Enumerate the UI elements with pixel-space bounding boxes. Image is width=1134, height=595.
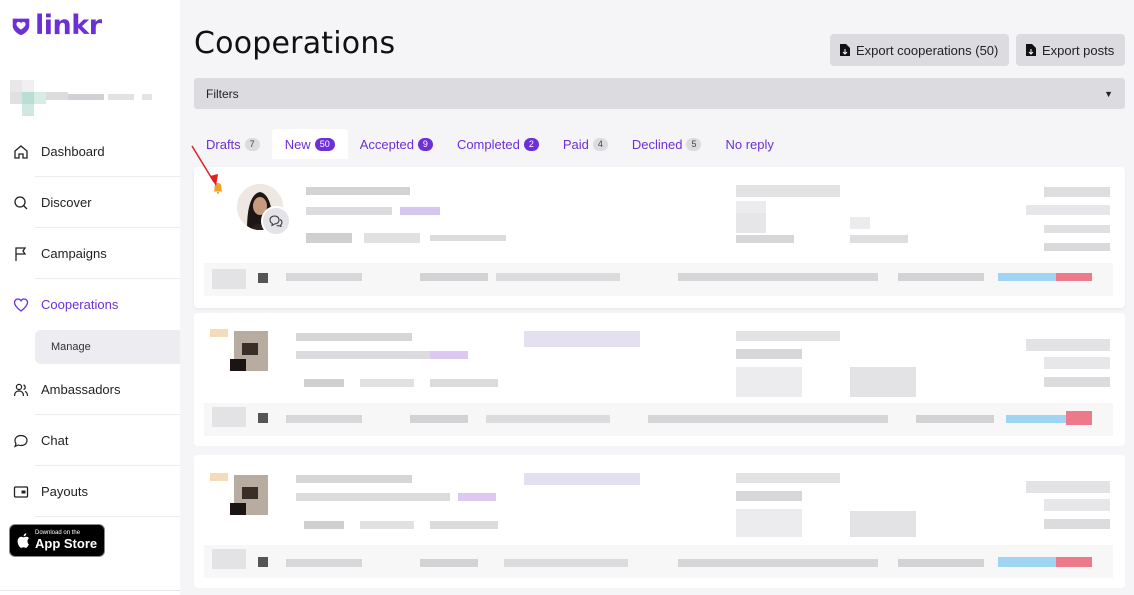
- home-icon: [12, 143, 30, 161]
- account-avatar[interactable]: [10, 80, 160, 116]
- search-icon: [12, 194, 30, 212]
- tab-label: Paid: [562, 136, 589, 152]
- sidebar-item-label: Ambassadors: [41, 382, 121, 397]
- tab-label: Accepted: [359, 136, 414, 152]
- tab-declined[interactable]: Declined 5: [620, 129, 714, 159]
- chat-icon: [12, 432, 30, 450]
- sidebar-item-label: Payouts: [41, 484, 88, 499]
- caret-down-icon: ▼: [1104, 88, 1113, 99]
- red-arrow-annotation: [191, 145, 218, 186]
- chat-bubbles-icon[interactable]: [261, 206, 291, 236]
- logo-text: linkr: [35, 10, 102, 41]
- sidebar-item-payouts[interactable]: Payouts: [0, 466, 180, 517]
- sidebar-subitem-manage[interactable]: Manage: [35, 330, 180, 364]
- tab-completed[interactable]: Completed 2: [445, 129, 551, 159]
- count-badge: 50: [314, 137, 335, 151]
- tab-label: Completed: [456, 136, 520, 152]
- flag-icon: [12, 245, 30, 263]
- status-tabs: Drafts 7 New 50 Accepted 9 Completed 2 P…: [194, 129, 786, 159]
- tab-label: No reply: [725, 136, 774, 152]
- sidebar-item-ambassadors[interactable]: Ambassadors: [0, 364, 180, 415]
- tab-no-reply[interactable]: No reply: [713, 129, 785, 159]
- file-icon: [840, 44, 850, 56]
- tab-label: Declined: [631, 136, 683, 152]
- users-icon: [12, 381, 30, 399]
- filters-dropdown[interactable]: Filters ▼: [194, 78, 1125, 109]
- sidebar-item-label: Campaigns: [41, 246, 107, 261]
- file-icon: [1026, 44, 1036, 56]
- tab-new[interactable]: New 50: [271, 129, 348, 159]
- count-badge: 9: [417, 137, 433, 151]
- export-cooperations-label: Export cooperations (50): [856, 42, 999, 58]
- heart-icon: [12, 296, 30, 314]
- apple-icon: [17, 533, 29, 548]
- sidebar-item-discover[interactable]: Discover: [0, 177, 180, 228]
- influencer-avatar[interactable]: [237, 184, 291, 236]
- heart-logo-icon: [12, 18, 30, 36]
- sidebar-item-label: Cooperations: [41, 297, 119, 312]
- sidebar-nav: Dashboard Discover Campaigns Cooperation…: [0, 126, 180, 517]
- linkr-logo[interactable]: linkr: [10, 12, 102, 40]
- divider: [0, 590, 180, 591]
- tab-label: New: [284, 136, 311, 152]
- sidebar-item-dashboard[interactable]: Dashboard: [0, 126, 180, 177]
- sidebar: linkr Dashboard Discover Campaigns Coope…: [0, 0, 180, 595]
- app-store-big-text: App Store: [35, 536, 98, 551]
- sidebar-item-chat[interactable]: Chat: [0, 415, 180, 466]
- tab-accepted[interactable]: Accepted 9: [348, 129, 445, 159]
- sidebar-item-label: Discover: [41, 195, 92, 210]
- app-store-badge[interactable]: Download on the App Store: [9, 524, 105, 557]
- filters-label: Filters: [206, 86, 239, 101]
- count-badge: 5: [686, 137, 702, 151]
- redacted-content: [210, 185, 1110, 569]
- count-badge: 7: [244, 137, 260, 151]
- sidebar-item-label: Chat: [41, 433, 69, 448]
- sidebar-item-cooperations[interactable]: Cooperations: [0, 279, 180, 330]
- sidebar-item-label: Dashboard: [41, 144, 105, 159]
- export-posts-button[interactable]: Export posts: [1016, 34, 1125, 66]
- export-posts-label: Export posts: [1042, 42, 1115, 58]
- page-title: Cooperations: [194, 26, 396, 61]
- sidebar-item-campaigns[interactable]: Campaigns: [0, 228, 180, 279]
- count-badge: 2: [523, 137, 539, 151]
- tab-paid[interactable]: Paid 4: [551, 129, 620, 159]
- export-cooperations-button[interactable]: Export cooperations (50): [830, 34, 1009, 66]
- count-badge: 4: [592, 137, 608, 151]
- wallet-icon: [12, 483, 30, 501]
